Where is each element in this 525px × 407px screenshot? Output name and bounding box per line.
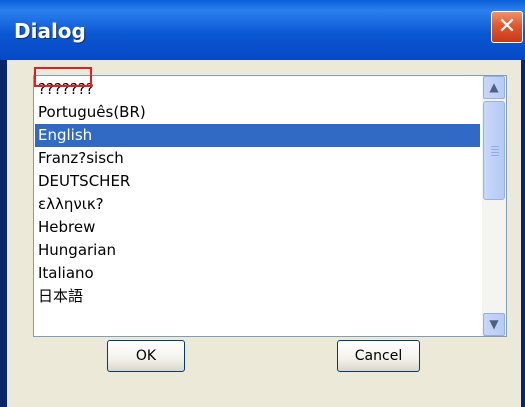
list-item-japanese[interactable]: 日本語 bbox=[35, 285, 480, 308]
scroll-down-button[interactable]: ▼ bbox=[483, 313, 505, 336]
ok-button[interactable]: OK bbox=[107, 340, 185, 372]
list-item-portuguese-br[interactable]: Português(BR) bbox=[35, 101, 480, 124]
grip-line bbox=[491, 149, 499, 150]
title-bar[interactable]: Dialog ✕ bbox=[0, 0, 525, 60]
list-item-english[interactable]: English bbox=[35, 124, 480, 147]
list-item-greek[interactable]: ελληνικ? bbox=[35, 193, 480, 216]
dialog-window: Dialog ✕ ??????? Português(BR) English F… bbox=[0, 0, 525, 407]
list-item-hebrew[interactable]: Hebrew bbox=[35, 216, 480, 239]
dialog-title: Dialog bbox=[14, 19, 86, 43]
language-items: ??????? Português(BR) English Franz?sisc… bbox=[34, 76, 482, 336]
list-item-franzosisch[interactable]: Franz?sisch bbox=[35, 147, 480, 170]
dialog-body: ??????? Português(BR) English Franz?sisc… bbox=[7, 60, 521, 407]
list-item-language-1[interactable]: ??????? bbox=[35, 78, 480, 101]
list-item-hungarian[interactable]: Hungarian bbox=[35, 239, 480, 262]
chevron-down-icon: ▼ bbox=[489, 317, 499, 331]
vertical-scrollbar[interactable]: ▲ ▼ bbox=[482, 76, 506, 336]
scroll-up-button[interactable]: ▲ bbox=[483, 76, 505, 99]
cancel-button[interactable]: Cancel bbox=[337, 340, 420, 372]
chevron-up-icon: ▲ bbox=[489, 80, 499, 94]
grip-line bbox=[491, 155, 499, 156]
close-button[interactable]: ✕ bbox=[491, 11, 523, 43]
list-item-deutscher[interactable]: DEUTSCHER bbox=[35, 170, 480, 193]
scrollbar-thumb[interactable] bbox=[483, 101, 505, 200]
grip-line bbox=[491, 146, 499, 147]
list-item-italiano[interactable]: Italiano bbox=[35, 262, 480, 285]
grip-line bbox=[491, 152, 499, 153]
language-listbox[interactable]: ??????? Português(BR) English Franz?sisc… bbox=[33, 75, 507, 337]
